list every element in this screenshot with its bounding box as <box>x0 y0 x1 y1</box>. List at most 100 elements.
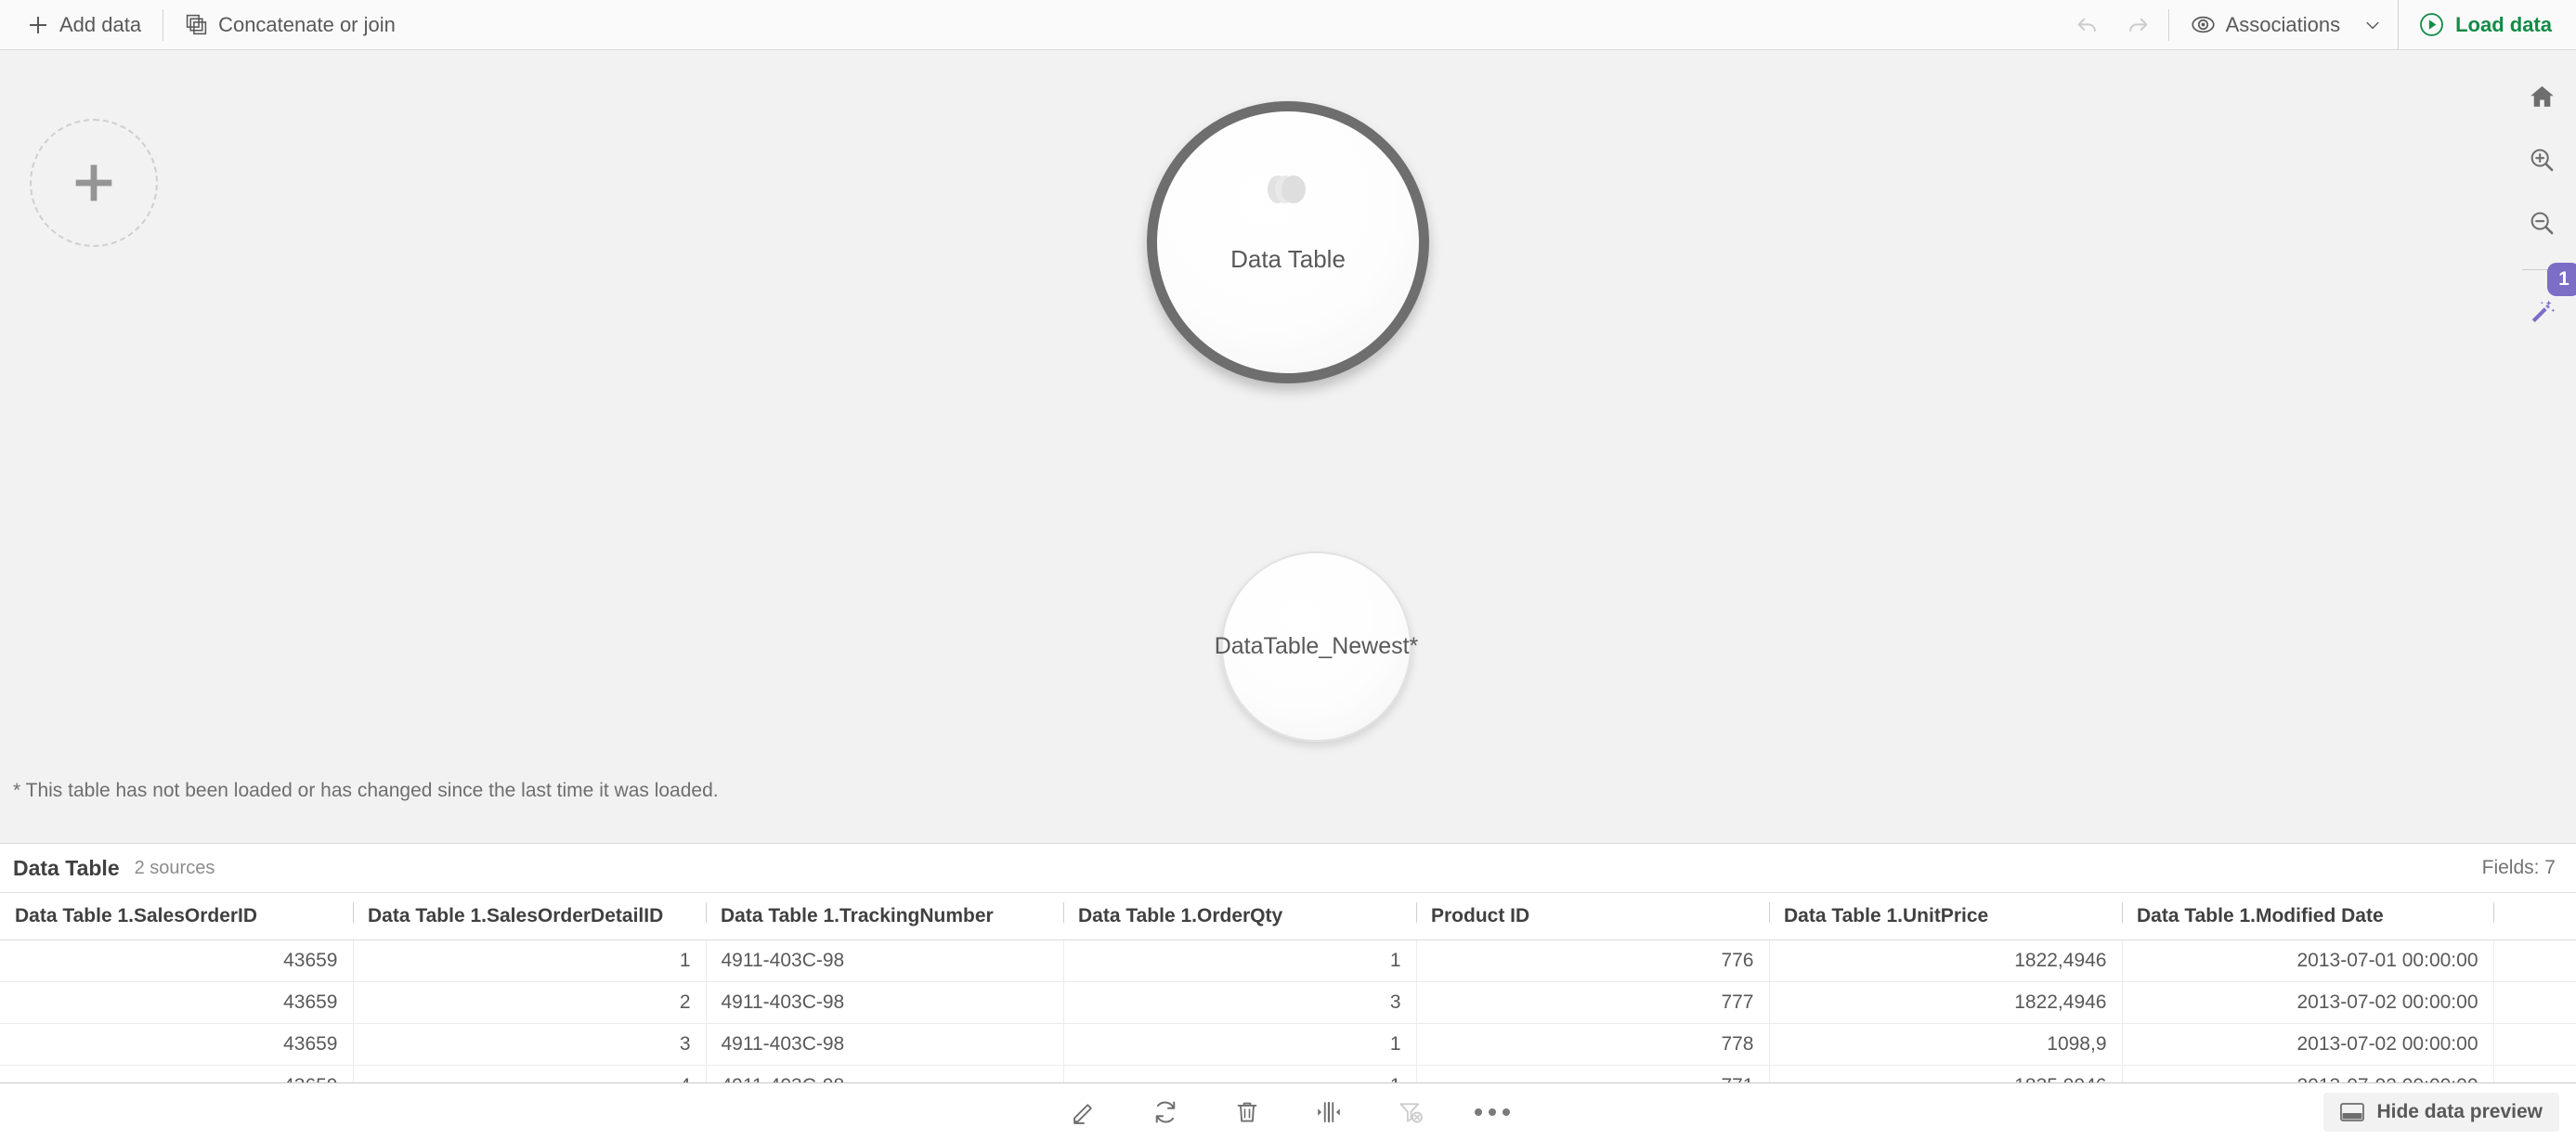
ellipsis-icon <box>1475 1108 1510 1116</box>
zoom-in-icon <box>2528 146 2556 175</box>
concatenate-or-join-label: Concatenate or join <box>218 12 396 36</box>
associations-canvas[interactable]: Data Table DataTable_Newest* * This tabl… <box>0 50 2576 843</box>
cell: 4911-403C-98 <box>705 981 1063 1024</box>
cell: 2013-07-02 00:00:00 <box>2121 1065 2493 1082</box>
cell: 43659 <box>0 939 353 982</box>
cell: 43659 <box>0 981 353 1024</box>
delete-table-button[interactable] <box>1223 1088 1271 1136</box>
recommended-associations-button[interactable]: 1 <box>2516 263 2576 335</box>
edit-table-button[interactable] <box>1060 1088 1108 1136</box>
cell: 771 <box>1415 1065 1769 1082</box>
cell: 4911-403C-98 <box>705 1065 1063 1082</box>
table-row[interactable]: 43659 1 4911-403C-98 1 776 1822,4946 201… <box>0 939 2576 982</box>
concatenated-tables-icon <box>1259 169 1317 210</box>
table-row[interactable]: 43659 4 4911-403C-98 1 771 1835,9946 201… <box>0 1065 2576 1082</box>
undo-button[interactable] <box>2062 0 2113 50</box>
canvas-tools-rail: 1 <box>2507 50 2576 843</box>
cell: 4 <box>352 1065 706 1082</box>
preview-action-bar: Hide data preview <box>0 1082 2576 1140</box>
table-bubble-datatable-newest[interactable]: DataTable_Newest* <box>1215 551 1418 742</box>
cell: 43659 <box>0 1065 353 1082</box>
table-bubble-label: DataTable_Newest* <box>1214 633 1419 659</box>
associations-button[interactable]: Associations <box>2175 0 2399 50</box>
column-header-salesorderid[interactable]: Data Table 1.SalesOrderID <box>0 893 353 940</box>
data-preview-panel: Data Table 2 sources Fields: 7 Data Tabl… <box>0 843 2576 1140</box>
cell: 1098,9 <box>1768 1023 2122 1066</box>
clear-filter-icon <box>1397 1098 1425 1126</box>
preview-grid: Data Table 1.SalesOrderID Data Table 1.S… <box>0 893 2576 1082</box>
play-circle-icon <box>2418 11 2445 38</box>
refresh-icon <box>1151 1098 1179 1126</box>
column-header-modified-date[interactable]: Data Table 1.Modified Date <box>2122 893 2493 940</box>
preview-grid-scroll[interactable]: Data Table 1.SalesOrderID Data Table 1.S… <box>0 893 2576 1082</box>
cell-filler <box>2492 939 2576 982</box>
column-header-label: Data Table 1.SalesOrderID <box>15 904 258 926</box>
home-icon <box>2528 83 2556 111</box>
cell: 1822,4946 <box>1768 981 2122 1024</box>
preview-header: Data Table 2 sources Fields: 7 <box>0 844 2576 893</box>
cell: 1 <box>352 939 706 982</box>
preview-grid-header: Data Table 1.SalesOrderID Data Table 1.S… <box>0 893 2576 940</box>
zoom-out-icon <box>2528 209 2556 238</box>
cell: 4911-403C-98 <box>705 1023 1063 1066</box>
trash-icon <box>1233 1098 1261 1126</box>
cell: 1835,9946 <box>1768 1065 2122 1082</box>
table-row[interactable]: 43659 3 4911-403C-98 1 778 1098,9 2013-0… <box>0 1023 2576 1066</box>
add-data-button[interactable]: Add data <box>11 0 157 50</box>
table-bubble-data-table[interactable]: Data Table <box>1147 101 1429 383</box>
concatenate-icon <box>185 13 208 36</box>
cell: 778 <box>1415 1023 1769 1066</box>
not-loaded-footnote: * This table has not been loaded or has … <box>13 780 719 801</box>
column-header-label: Data Table 1.SalesOrderDetailID <box>368 904 664 926</box>
load-data-button[interactable]: Load data <box>2402 0 2576 50</box>
cell: 1822,4946 <box>1768 939 2122 982</box>
column-header-label: Data Table 1.TrackingNumber <box>721 904 994 926</box>
refresh-data-button[interactable] <box>1141 1088 1190 1136</box>
column-header-trackingnumber[interactable]: Data Table 1.TrackingNumber <box>706 893 1063 940</box>
toolbar-left-group: Add data Concatenate or join <box>0 0 411 49</box>
cell: 1 <box>1062 1065 1416 1082</box>
column-header-label: Data Table 1.OrderQty <box>1078 904 1283 926</box>
preview-grid-body: 43659 1 4911-403C-98 1 776 1822,4946 201… <box>0 939 2576 1082</box>
concatenate-or-join-button[interactable]: Concatenate or join <box>169 0 411 50</box>
column-header-orderqty[interactable]: Data Table 1.OrderQty <box>1063 893 1416 940</box>
plus-icon <box>27 14 49 36</box>
cell: 2013-07-01 00:00:00 <box>2121 939 2493 982</box>
preview-fields-count: Fields: 7 <box>2481 857 2556 878</box>
redo-button[interactable] <box>2113 0 2163 50</box>
cell: 4911-403C-98 <box>705 939 1063 982</box>
column-header-label: Data Table 1.Modified Date <box>2137 904 2384 926</box>
cell: 777 <box>1415 981 1769 1024</box>
cell: 2013-07-02 00:00:00 <box>2121 981 2493 1024</box>
associations-label: Associations <box>2225 12 2341 36</box>
eye-icon <box>2191 12 2216 37</box>
column-header-unitprice[interactable]: Data Table 1.UnitPrice <box>1769 893 2122 940</box>
cell: 776 <box>1415 939 1769 982</box>
table-row[interactable]: 43659 2 4911-403C-98 3 777 1822,4946 201… <box>0 981 2576 1024</box>
add-table-dropzone[interactable] <box>30 119 158 247</box>
home-button[interactable] <box>2516 71 2568 123</box>
load-data-group: Load data <box>2398 0 2576 50</box>
header-row: Data Table 1.SalesOrderID Data Table 1.S… <box>0 893 2576 940</box>
cell: 3 <box>352 1023 706 1066</box>
column-header-salesorderdetailid[interactable]: Data Table 1.SalesOrderDetailID <box>353 893 706 940</box>
toolbar-right-group: Associations Load data <box>2062 0 2576 50</box>
hide-data-preview-button[interactable]: Hide data preview <box>2323 1092 2559 1132</box>
add-data-label: Add data <box>59 12 142 36</box>
magic-wand-icon <box>2527 294 2557 325</box>
chevron-down-icon <box>2363 16 2382 34</box>
cell-filler <box>2492 1023 2576 1066</box>
zoom-in-button[interactable] <box>2516 134 2568 186</box>
split-field-button[interactable] <box>1305 1088 1353 1136</box>
zoom-out-button[interactable] <box>2516 197 2568 249</box>
cell-filler <box>2492 1065 2576 1082</box>
cell: 2013-07-02 00:00:00 <box>2121 1023 2493 1066</box>
column-header-label: Product ID <box>1431 904 1530 926</box>
toolbar-divider-2 <box>2167 8 2169 41</box>
panel-icon <box>2340 1102 2365 1122</box>
pencil-icon <box>1070 1098 1098 1126</box>
column-header-product-id[interactable]: Product ID <box>1416 893 1769 940</box>
more-options-button[interactable] <box>1468 1088 1516 1136</box>
clear-filters-button[interactable] <box>1386 1088 1435 1136</box>
cell: 43659 <box>0 1023 353 1066</box>
